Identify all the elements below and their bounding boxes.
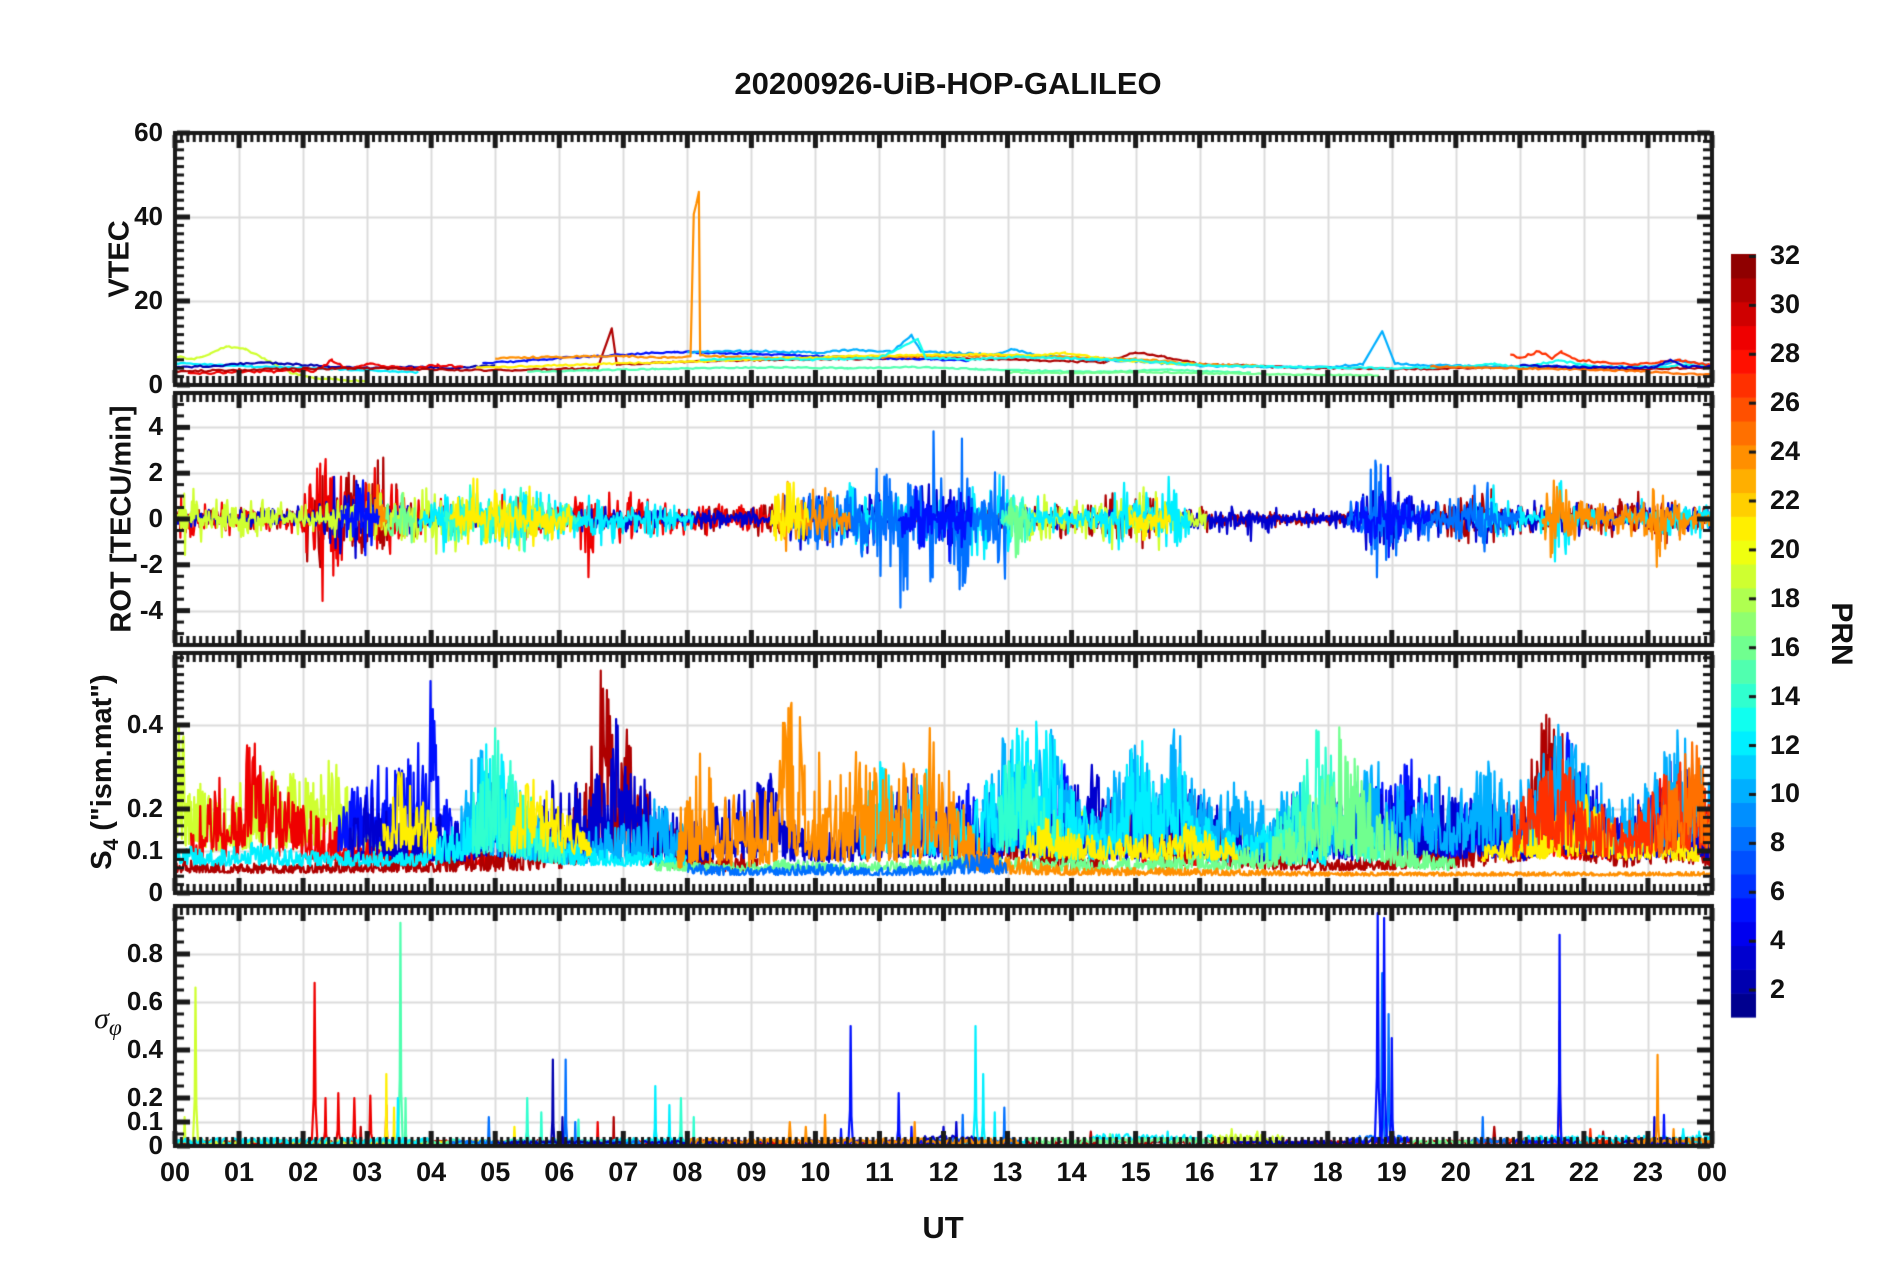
y-tick-label-S4: 0.4 bbox=[126, 708, 163, 739]
x-tick-label: 01 bbox=[224, 1157, 255, 1187]
colorbar-tick-label: 28 bbox=[1770, 338, 1801, 369]
colorbar-tick-label: 14 bbox=[1770, 680, 1801, 711]
colorbar-tick-label: 16 bbox=[1770, 631, 1801, 662]
x-tick-label: 10 bbox=[800, 1157, 831, 1187]
x-tick-label: 05 bbox=[480, 1157, 511, 1187]
colorbar-tick-label: 10 bbox=[1770, 778, 1801, 809]
colorbar-tick-label: 30 bbox=[1770, 289, 1801, 320]
x-tick-label: 02 bbox=[288, 1157, 319, 1187]
y-tick-label-S4: 0.1 bbox=[126, 834, 163, 865]
x-tick-label: 09 bbox=[736, 1157, 767, 1187]
y-tick-label-VTEC: 0 bbox=[148, 369, 163, 399]
y-tick-label-VTEC: 20 bbox=[134, 285, 163, 315]
y-tick-label-sigma-phi: 0.4 bbox=[126, 1034, 163, 1064]
x-tick-label: 22 bbox=[1568, 1157, 1599, 1187]
y-tick-label-VTEC: 40 bbox=[134, 201, 163, 231]
colorbar-tick-label: 12 bbox=[1770, 729, 1801, 760]
x-tick-label: 08 bbox=[672, 1157, 703, 1187]
y-tick-label-ROT: -2 bbox=[139, 548, 163, 579]
x-tick-label: 21 bbox=[1504, 1157, 1535, 1187]
x-tick-label: 15 bbox=[1120, 1157, 1151, 1187]
x-tick-label: 18 bbox=[1312, 1157, 1343, 1187]
colorbar-tick-label: 22 bbox=[1770, 484, 1801, 515]
colorbar-tick-label: 20 bbox=[1770, 533, 1801, 564]
y-tick-label-S4: 0.2 bbox=[126, 792, 163, 823]
y-tick-label-sigma-phi: 0.6 bbox=[126, 986, 163, 1016]
y-tick-label-S4: 0 bbox=[148, 877, 163, 907]
figure-root: 20200926-UiB-HOP-GALILEO VTEC ROT [TECU/… bbox=[0, 0, 1902, 1272]
x-tick-label: 14 bbox=[1056, 1157, 1087, 1187]
y-tick-label-sigma-phi: 0.2 bbox=[126, 1082, 163, 1112]
x-tick-label: 04 bbox=[416, 1157, 447, 1187]
x-tick-label: 03 bbox=[352, 1157, 383, 1187]
colorbar-tick-label: 32 bbox=[1770, 240, 1801, 271]
colorbar-tick-label: 6 bbox=[1770, 876, 1786, 907]
x-tick-label: 07 bbox=[608, 1157, 639, 1187]
y-tick-label-VTEC: 60 bbox=[134, 117, 163, 147]
x-tick-label: 23 bbox=[1632, 1157, 1663, 1187]
colorbar-tick-label: 18 bbox=[1770, 582, 1801, 613]
colorbar-tick-label: 24 bbox=[1770, 436, 1801, 467]
plot-canvas bbox=[0, 0, 1902, 1272]
x-tick-label: 13 bbox=[992, 1157, 1023, 1187]
chart-title: 20200926-UiB-HOP-GALILEO bbox=[734, 66, 1162, 101]
x-tick-label: 19 bbox=[1376, 1157, 1407, 1187]
x-tick-label: 12 bbox=[928, 1157, 959, 1187]
y-tick-label-ROT: 4 bbox=[148, 411, 163, 442]
y-tick-label-ROT: 2 bbox=[148, 457, 163, 488]
x-tick-label: 00 bbox=[1696, 1157, 1728, 1187]
x-tick-label: 06 bbox=[544, 1157, 575, 1187]
y-tick-label-ROT: -4 bbox=[139, 594, 163, 625]
y-tick-label-sigma-phi: 0.8 bbox=[126, 938, 163, 968]
colorbar-tick-label: 4 bbox=[1770, 925, 1786, 956]
x-axis-label: UT bbox=[922, 1210, 964, 1245]
colorbar-label: PRN bbox=[1825, 602, 1858, 666]
x-tick-label: 11 bbox=[865, 1157, 894, 1187]
x-tick-label: 17 bbox=[1248, 1157, 1279, 1187]
x-tick-label: 00 bbox=[159, 1157, 191, 1187]
y-tick-label-ROT: 0 bbox=[148, 503, 163, 533]
x-tick-label: 16 bbox=[1184, 1157, 1215, 1187]
colorbar-tick-label: 8 bbox=[1770, 827, 1786, 858]
x-tick-label: 20 bbox=[1440, 1157, 1471, 1187]
colorbar-tick-label: 26 bbox=[1770, 387, 1801, 418]
colorbar-tick-label: 2 bbox=[1770, 974, 1786, 1005]
